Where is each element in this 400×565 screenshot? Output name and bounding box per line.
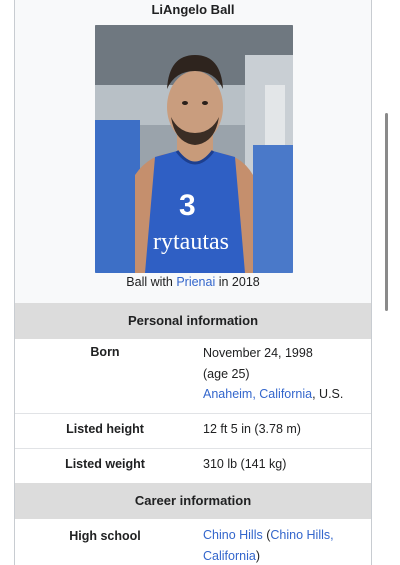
paren-close: ) [255,548,260,563]
infobox-title: LiAngelo Ball [151,2,235,17]
prienai-link[interactable]: Prienai [176,275,215,289]
weight-value: 310 lb (141 kg) [203,457,287,471]
high-school-value: Chino Hills (Chino Hills, California) [203,525,368,565]
high-school-label: High school [69,529,141,543]
chino-hills-school-link[interactable]: Chino Hills [203,528,263,542]
player-photo-illustration: 3 rytautas [95,25,293,273]
infobox: LiAngelo Ball 3 rytautas Ball with Prien… [14,0,372,565]
row-listed-weight: Listed weight 310 lb (141 kg) [15,449,371,483]
born-age: (age 25) [203,366,250,381]
height-value: 12 ft 5 in (3.78 m) [203,422,301,436]
scrollbar[interactable] [385,113,388,311]
born-label: Born [90,345,120,359]
caption-prefix: Ball with [126,275,177,289]
born-value: November 24, 1998 (age 25) Anaheim, Cali… [203,343,368,405]
weight-label: Listed weight [65,457,145,471]
row-high-school: High school Chino Hills (Chino Hills, Ca… [15,519,371,565]
born-place-suffix: , U.S. [312,387,344,401]
born-place: Anaheim, California, U.S. [203,384,368,405]
section-career-information: Career information [15,483,371,519]
row-born: Born November 24, 1998 (age 25) Anaheim,… [15,339,371,413]
player-photo[interactable]: 3 rytautas [95,25,293,273]
caption-suffix: in 2018 [215,275,260,289]
row-listed-height: Listed height 12 ft 5 in (3.78 m) [15,414,371,448]
born-date: November 24, 1998 [203,346,313,360]
anaheim-link[interactable]: Anaheim, California [203,387,312,401]
jersey-number: 3 [179,189,196,222]
jersey-sponsor: rytautas [153,229,229,255]
height-label: Listed height [66,422,144,436]
photo-caption: Ball with Prienai in 2018 [15,274,371,290]
section-personal-information: Personal information [15,303,371,339]
